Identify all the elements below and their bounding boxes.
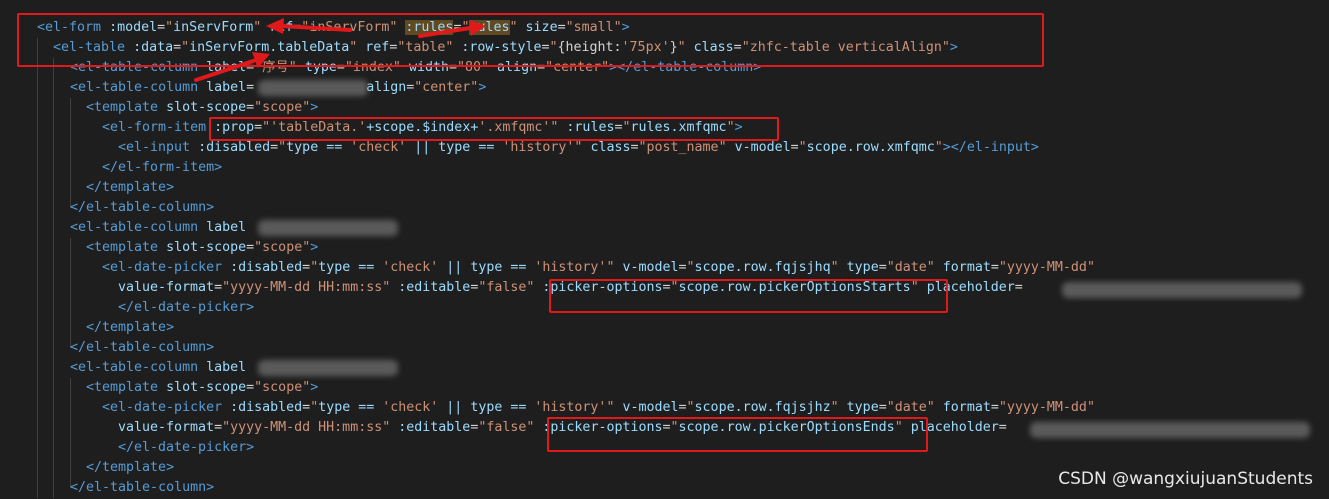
arrow-to-rules <box>418 26 472 38</box>
arrow-to-ref <box>194 58 258 82</box>
watermark: CSDN @wangxiujuanStudents <box>1058 469 1313 489</box>
arrow-head <box>469 20 486 36</box>
code-editor[interactable]: <el-form :model="inServForm" ref="inServ… <box>0 0 1329 499</box>
arrow-to-model <box>280 24 352 32</box>
arrow-head <box>266 18 284 34</box>
annotation-arrows <box>194 18 486 82</box>
